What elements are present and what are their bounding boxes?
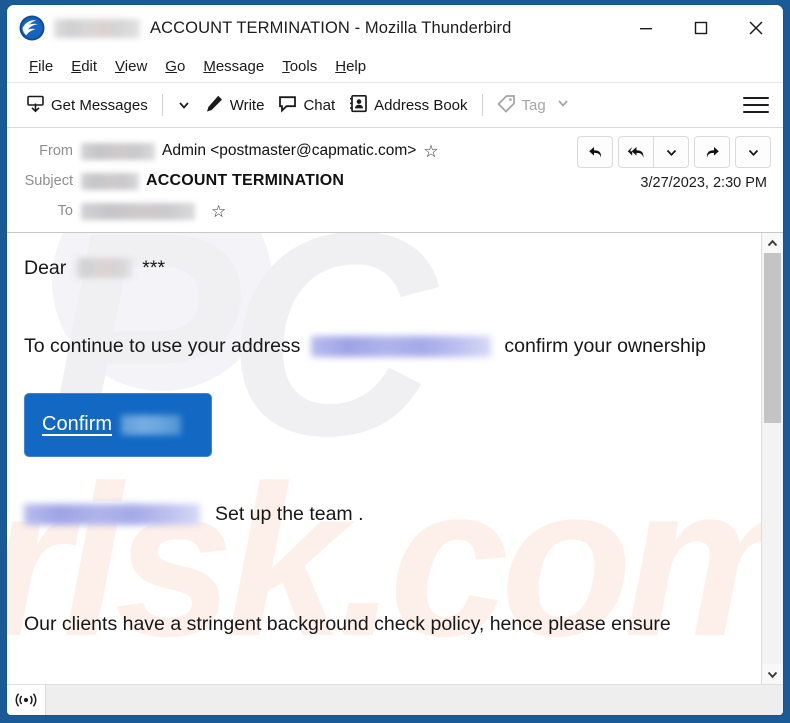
connection-status-icon[interactable] xyxy=(7,685,45,715)
menu-bar: File Edit View Go Message Tools Help xyxy=(7,51,783,83)
from-label: From xyxy=(39,143,73,159)
redacted-from-name xyxy=(81,142,155,160)
team-line-text: Set up the team . xyxy=(215,502,364,525)
greeting-prefix: Dear xyxy=(24,257,67,279)
write-button[interactable]: Write xyxy=(198,90,272,121)
thunderbird-window: ACCOUNT TERMINATION - Mozilla Thunderbir… xyxy=(6,4,784,716)
forward-button[interactable] xyxy=(694,136,730,168)
toolbar-divider-1 xyxy=(161,94,163,116)
message-header: From Admin <postmaster@capmatic.com> ☆ S… xyxy=(7,128,783,233)
thunderbird-icon xyxy=(19,15,45,41)
subject-label: Subject xyxy=(24,173,73,189)
address-book-icon xyxy=(349,94,368,117)
more-actions-button[interactable] xyxy=(735,136,771,168)
body-content: Dear *** To continue to use your address… xyxy=(24,257,741,636)
message-date: 3/27/2023, 2:30 PM xyxy=(640,175,767,191)
address-line-part1: To continue to use your address xyxy=(24,335,301,358)
minimize-button[interactable] xyxy=(618,5,673,51)
message-body: PC risk.com Dear *** To continue to use … xyxy=(7,233,761,684)
policy-line-text: Our clients have a stringent background … xyxy=(24,613,671,636)
subject-value: ACCOUNT TERMINATION xyxy=(81,172,344,190)
redacted-team-link xyxy=(24,503,200,525)
redacted-to-address xyxy=(81,202,195,220)
menu-view[interactable]: View xyxy=(106,56,156,77)
confirm-button[interactable]: Confirm xyxy=(24,392,212,457)
scroll-down-button[interactable] xyxy=(762,664,783,684)
redacted-sender-name xyxy=(54,18,140,38)
toolbar-divider-2 xyxy=(481,94,483,116)
tag-chevron-down-icon xyxy=(556,96,570,114)
close-button[interactable] xyxy=(728,5,783,51)
app-menu-icon[interactable] xyxy=(743,97,769,113)
to-row: To ☆ xyxy=(7,196,783,226)
maximize-button[interactable] xyxy=(673,5,728,51)
message-body-area: PC risk.com Dear *** To continue to use … xyxy=(7,233,783,684)
subject-text: ACCOUNT TERMINATION xyxy=(146,172,345,189)
address-line: To continue to use your address confirm … xyxy=(24,335,741,357)
window-title-text: ACCOUNT TERMINATION - Mozilla Thunderbir… xyxy=(150,18,512,37)
menu-edit[interactable]: Edit xyxy=(62,56,106,77)
from-star-icon[interactable]: ☆ xyxy=(423,143,438,160)
status-bar-filler xyxy=(45,685,783,715)
redacted-recipient-name xyxy=(76,258,133,279)
greeting-suffix: *** xyxy=(142,257,166,279)
title-bar: ACCOUNT TERMINATION - Mozilla Thunderbir… xyxy=(7,5,783,51)
redacted-confirm-suffix xyxy=(121,414,182,435)
scroll-up-button[interactable] xyxy=(762,233,783,253)
reply-button[interactable] xyxy=(577,136,613,168)
menu-go[interactable]: Go xyxy=(156,56,194,77)
confirm-button-label: Confirm xyxy=(42,413,113,436)
menu-help[interactable]: Help xyxy=(326,56,375,77)
address-book-label: Address Book xyxy=(374,96,468,114)
address-line-part2: confirm your ownership xyxy=(504,335,707,358)
scrollbar-track[interactable] xyxy=(762,253,783,664)
get-messages-label: Get Messages xyxy=(51,96,148,114)
greeting-line: Dear *** xyxy=(24,257,741,279)
message-actions xyxy=(577,136,771,168)
policy-line: Our clients have a stringent background … xyxy=(24,613,741,635)
pencil-icon xyxy=(205,94,224,117)
address-book-button[interactable]: Address Book xyxy=(342,90,474,121)
get-messages-button[interactable]: Get Messages xyxy=(19,90,155,121)
status-bar xyxy=(7,684,783,715)
to-value: ☆ xyxy=(81,202,226,220)
reply-menu-button[interactable] xyxy=(653,137,688,167)
main-toolbar: Get Messages Write Chat Address Book Tag xyxy=(7,83,783,128)
from-value: Admin <postmaster@capmatic.com> ☆ xyxy=(81,142,439,160)
window-title: ACCOUNT TERMINATION - Mozilla Thunderbir… xyxy=(54,18,512,38)
team-line: Set up the team . xyxy=(24,503,741,525)
reply-all-group xyxy=(618,136,689,168)
tag-label: Tag xyxy=(521,96,546,114)
write-label: Write xyxy=(229,96,265,114)
chat-button[interactable]: Chat xyxy=(271,90,342,121)
menu-file[interactable]: File xyxy=(20,56,62,77)
get-messages-dropdown[interactable] xyxy=(170,94,198,116)
window-controls xyxy=(618,5,783,51)
menu-message[interactable]: Message xyxy=(194,56,273,77)
menu-tools[interactable]: Tools xyxy=(273,56,326,77)
chat-icon xyxy=(278,94,297,117)
redacted-subject-prefix xyxy=(81,172,139,190)
scrollbar-thumb[interactable] xyxy=(764,253,781,423)
chat-label: Chat xyxy=(303,96,336,114)
from-address: Admin <postmaster@capmatic.com> xyxy=(162,142,417,159)
body-scrollbar[interactable] xyxy=(761,233,783,684)
redacted-email-address xyxy=(311,336,492,358)
to-label: To xyxy=(57,203,73,219)
to-star-icon[interactable]: ☆ xyxy=(211,203,226,220)
tag-icon xyxy=(496,94,516,117)
reply-all-button[interactable] xyxy=(619,137,653,167)
get-messages-icon xyxy=(26,94,45,117)
screenshot-root: ACCOUNT TERMINATION - Mozilla Thunderbir… xyxy=(0,0,790,723)
tag-button[interactable]: Tag xyxy=(490,90,577,121)
